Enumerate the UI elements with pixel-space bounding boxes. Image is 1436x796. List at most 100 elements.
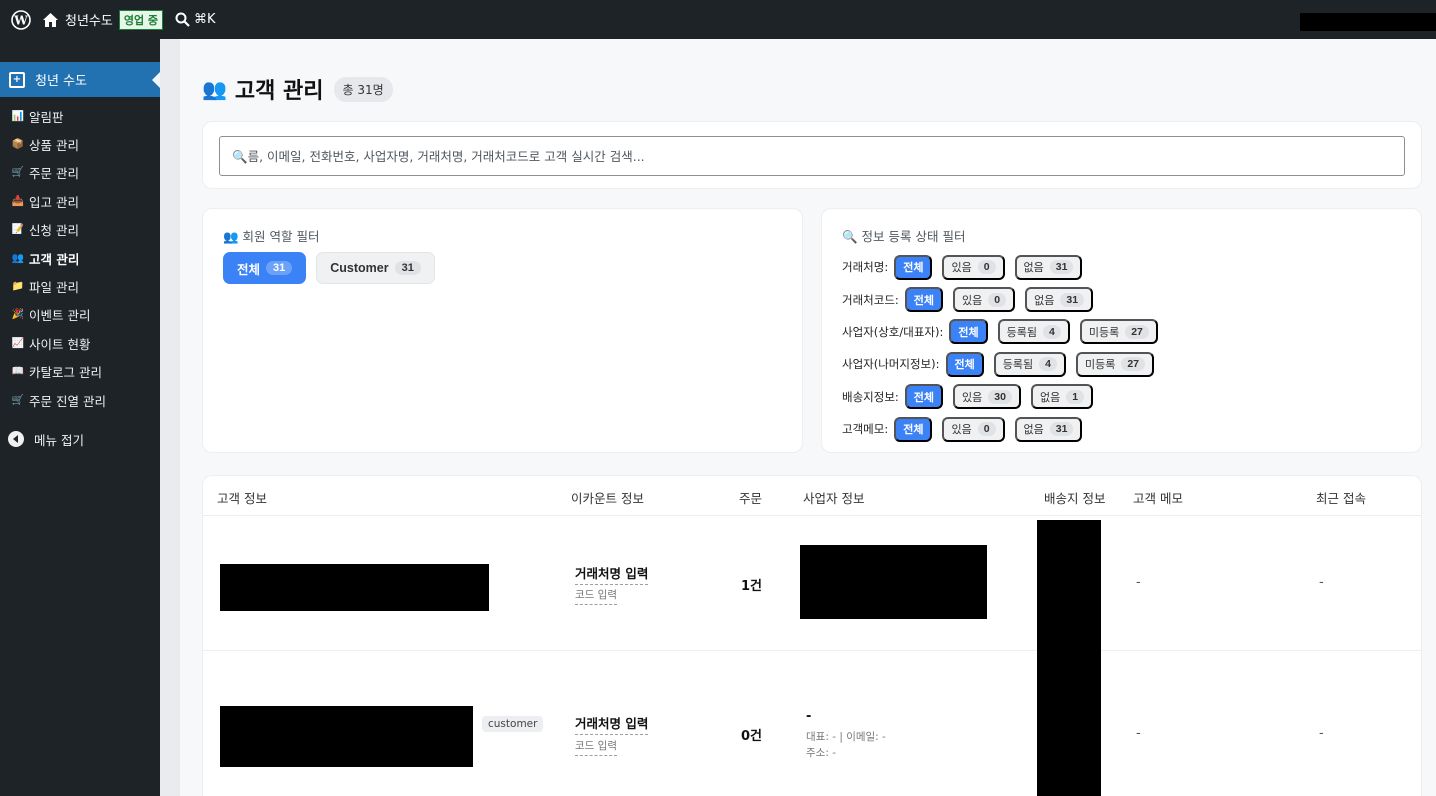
option-count: 31 bbox=[1049, 422, 1074, 437]
column-header-memo[interactable]: 고객 메모 bbox=[1133, 488, 1183, 507]
status-filter-all-button[interactable]: 전체 bbox=[949, 319, 988, 345]
cart-icon: 🛒 bbox=[11, 394, 25, 406]
sidebar-item-files[interactable]: 📁 파일 관리 bbox=[0, 272, 160, 300]
customer-memo[interactable]: - bbox=[1136, 575, 1141, 590]
status-filter-option-button[interactable]: 미등록 27 bbox=[1079, 319, 1158, 345]
total-count-badge: 총 31명 bbox=[333, 76, 393, 102]
search-shortcut[interactable]: ⌘K bbox=[194, 12, 216, 27]
status-filter-row-business-name: 사업자(상호/대표자): 전체 등록됨 4 미등록 27 bbox=[842, 316, 1168, 348]
role-filter-count: 31 bbox=[266, 261, 293, 275]
status-filter-all-button[interactable]: 전체 bbox=[894, 254, 933, 280]
status-filter-option-button[interactable]: 없음 31 bbox=[1014, 416, 1083, 442]
status-filter-all-button[interactable]: 전체 bbox=[904, 287, 944, 313]
status-filter-all-button[interactable]: 전체 bbox=[904, 384, 944, 410]
sidebar-item-events[interactable]: 🎉 이벤트 관리 bbox=[0, 301, 160, 329]
option-label: 미등록 bbox=[1084, 359, 1116, 372]
status-filter-rows: 거래처명: 전체 있음 0 없음 31 거래처코드: 전체 있음 0 없음 31 사업자… bbox=[842, 251, 1168, 445]
sidebar-item-label: 주문 관리 bbox=[29, 166, 79, 182]
status-filter-option-button[interactable]: 없음 31 bbox=[1025, 287, 1094, 313]
search-icon[interactable] bbox=[175, 12, 190, 27]
sidebar-item-site-status[interactable]: 📈 사이트 현황 bbox=[0, 329, 160, 357]
account-code-input-link[interactable]: 코드 입력 bbox=[575, 738, 617, 756]
customer-search-input[interactable] bbox=[219, 136, 1405, 176]
status-filter-option-button[interactable]: 있음 30 bbox=[953, 384, 1021, 410]
option-count: 0 bbox=[977, 260, 996, 275]
status-filter-label: 거래처코드: bbox=[842, 292, 899, 307]
status-filter-all-button[interactable]: 전체 bbox=[894, 416, 933, 442]
role-filter-label: 전체 bbox=[237, 262, 261, 277]
sidebar-brand-item[interactable]: + 청년 수도 bbox=[0, 62, 160, 97]
status-filter-option-button[interactable]: 등록됨 4 bbox=[997, 319, 1070, 345]
chart-icon: 📊 bbox=[11, 110, 25, 122]
column-header-ecount[interactable]: 이카운트 정보 bbox=[571, 488, 644, 507]
status-filter-option-button[interactable]: 없음 1 bbox=[1030, 384, 1094, 410]
sidebar-item-label: 입고 관리 bbox=[29, 194, 79, 210]
role-filter-all-button[interactable]: 전체 31 bbox=[223, 252, 307, 284]
status-filter-label: 거래처명: bbox=[842, 260, 889, 275]
sidebar-gutter bbox=[160, 39, 180, 796]
role-tag: customer bbox=[482, 716, 544, 732]
wordpress-logo-icon[interactable]: W bbox=[6, 5, 36, 35]
sidebar-item-customers[interactable]: 👥 고객 관리 bbox=[0, 244, 160, 272]
sidebar-item-label: 신청 관리 bbox=[29, 223, 79, 239]
order-count[interactable]: 0건 bbox=[741, 725, 762, 744]
table-row[interactable]: 거래처명 입력 코드 입력 1건 - - bbox=[203, 516, 1421, 651]
sidebar-item-dashboard[interactable]: 📊 알림판 bbox=[0, 102, 160, 130]
sidebar-item-label: 이벤트 관리 bbox=[29, 308, 91, 324]
box-icon: 📦 bbox=[11, 139, 25, 151]
business-name: - bbox=[806, 709, 812, 724]
sidebar-item-catalog[interactable]: 📖 카탈로그 관리 bbox=[0, 358, 160, 386]
sidebar-item-label: 상품 관리 bbox=[29, 138, 79, 154]
status-filter-option-button[interactable]: 없음 31 bbox=[1014, 254, 1083, 280]
sidebar-item-applications[interactable]: 📝 신청 관리 bbox=[0, 216, 160, 244]
status-filter-option-button[interactable]: 있음 0 bbox=[953, 287, 1016, 313]
account-name-input-link[interactable]: 거래처명 입력 bbox=[575, 713, 649, 735]
business-rep-email: 대표: - | 이메일: - bbox=[806, 731, 886, 743]
account-name-input-link[interactable]: 거래처명 입력 bbox=[575, 563, 649, 585]
status-filter-title: 🔍 정보 등록 상태 필터 bbox=[842, 229, 966, 244]
status-filter-option-button[interactable]: 미등록 27 bbox=[1075, 351, 1155, 377]
last-login: - bbox=[1319, 575, 1324, 590]
sidebar-item-order-display[interactable]: 🛒 주문 진열 관리 bbox=[0, 386, 160, 414]
status-filter-option-button[interactable]: 있음 0 bbox=[942, 254, 1005, 280]
status-filter-row-shipping: 배송지정보: 전체 있음 30 없음 1 bbox=[842, 381, 1168, 413]
status-filter-option-button[interactable]: 있음 0 bbox=[942, 416, 1005, 442]
status-filter-row-memo: 고객메모: 전체 있음 0 없음 31 bbox=[842, 413, 1168, 445]
option-label: 있음 bbox=[962, 294, 983, 307]
option-label: 있음 bbox=[962, 391, 983, 404]
role-filter-card: 👥 회원 역할 필터 전체 31 Customer 31 bbox=[202, 208, 803, 453]
option-label: 없음 bbox=[1039, 391, 1061, 404]
admin-bar: W 청년수도 영업 중 ⌘K bbox=[0, 0, 1436, 39]
column-header-customer[interactable]: 고객 정보 bbox=[217, 488, 267, 507]
status-filter-option-button[interactable]: 등록됨 4 bbox=[993, 351, 1066, 377]
account-code-input-link[interactable]: 코드 입력 bbox=[575, 587, 617, 605]
column-header-shipping[interactable]: 배송지 정보 bbox=[1044, 488, 1105, 507]
role-filter-title: 👥 회원 역할 필터 bbox=[223, 229, 320, 244]
customer-memo[interactable]: - bbox=[1136, 726, 1141, 741]
status-filter-row-account-code: 거래처코드: 전체 있음 0 없음 31 bbox=[842, 283, 1168, 315]
role-filter-options: 전체 31 Customer 31 bbox=[223, 252, 435, 284]
customer-table: 고객 정보 이카운트 정보 주문 사업자 정보 배송지 정보 고객 메모 최근 … bbox=[202, 475, 1422, 796]
user-account-redacted[interactable] bbox=[1300, 13, 1436, 31]
sidebar-item-receiving[interactable]: 📥 입고 관리 bbox=[0, 187, 160, 215]
sidebar-item-orders[interactable]: 🛒 주문 관리 bbox=[0, 159, 160, 187]
option-count: 1 bbox=[1066, 389, 1085, 404]
column-header-business[interactable]: 사업자 정보 bbox=[803, 488, 864, 507]
role-filter-customer-button[interactable]: Customer 31 bbox=[316, 252, 435, 284]
site-home-link[interactable]: 청년수도 bbox=[42, 10, 113, 29]
order-count[interactable]: 1건 bbox=[741, 575, 762, 594]
page-header: 👥 고객 관리 총 31명 bbox=[202, 73, 393, 105]
column-header-orders[interactable]: 주문 bbox=[739, 488, 762, 507]
option-label: 없음 bbox=[1023, 262, 1044, 275]
status-filter-all-button[interactable]: 전체 bbox=[945, 351, 984, 377]
column-header-last-login[interactable]: 최근 접속 bbox=[1316, 488, 1366, 507]
table-row[interactable]: customer 거래처명 입력 코드 입력 0건 - 대표: - | 이메일:… bbox=[203, 651, 1421, 796]
collapse-arrow-icon bbox=[8, 431, 24, 447]
option-label: 없음 bbox=[1023, 424, 1044, 437]
sidebar-item-label: 카탈로그 관리 bbox=[29, 365, 102, 381]
sidebar-item-products[interactable]: 📦 상품 관리 bbox=[0, 130, 160, 158]
collapse-menu-button[interactable]: 메뉴 접기 bbox=[0, 429, 160, 449]
option-count: 4 bbox=[1043, 324, 1061, 339]
option-count: 27 bbox=[1121, 357, 1146, 372]
inbox-icon: 📥 bbox=[11, 195, 25, 207]
